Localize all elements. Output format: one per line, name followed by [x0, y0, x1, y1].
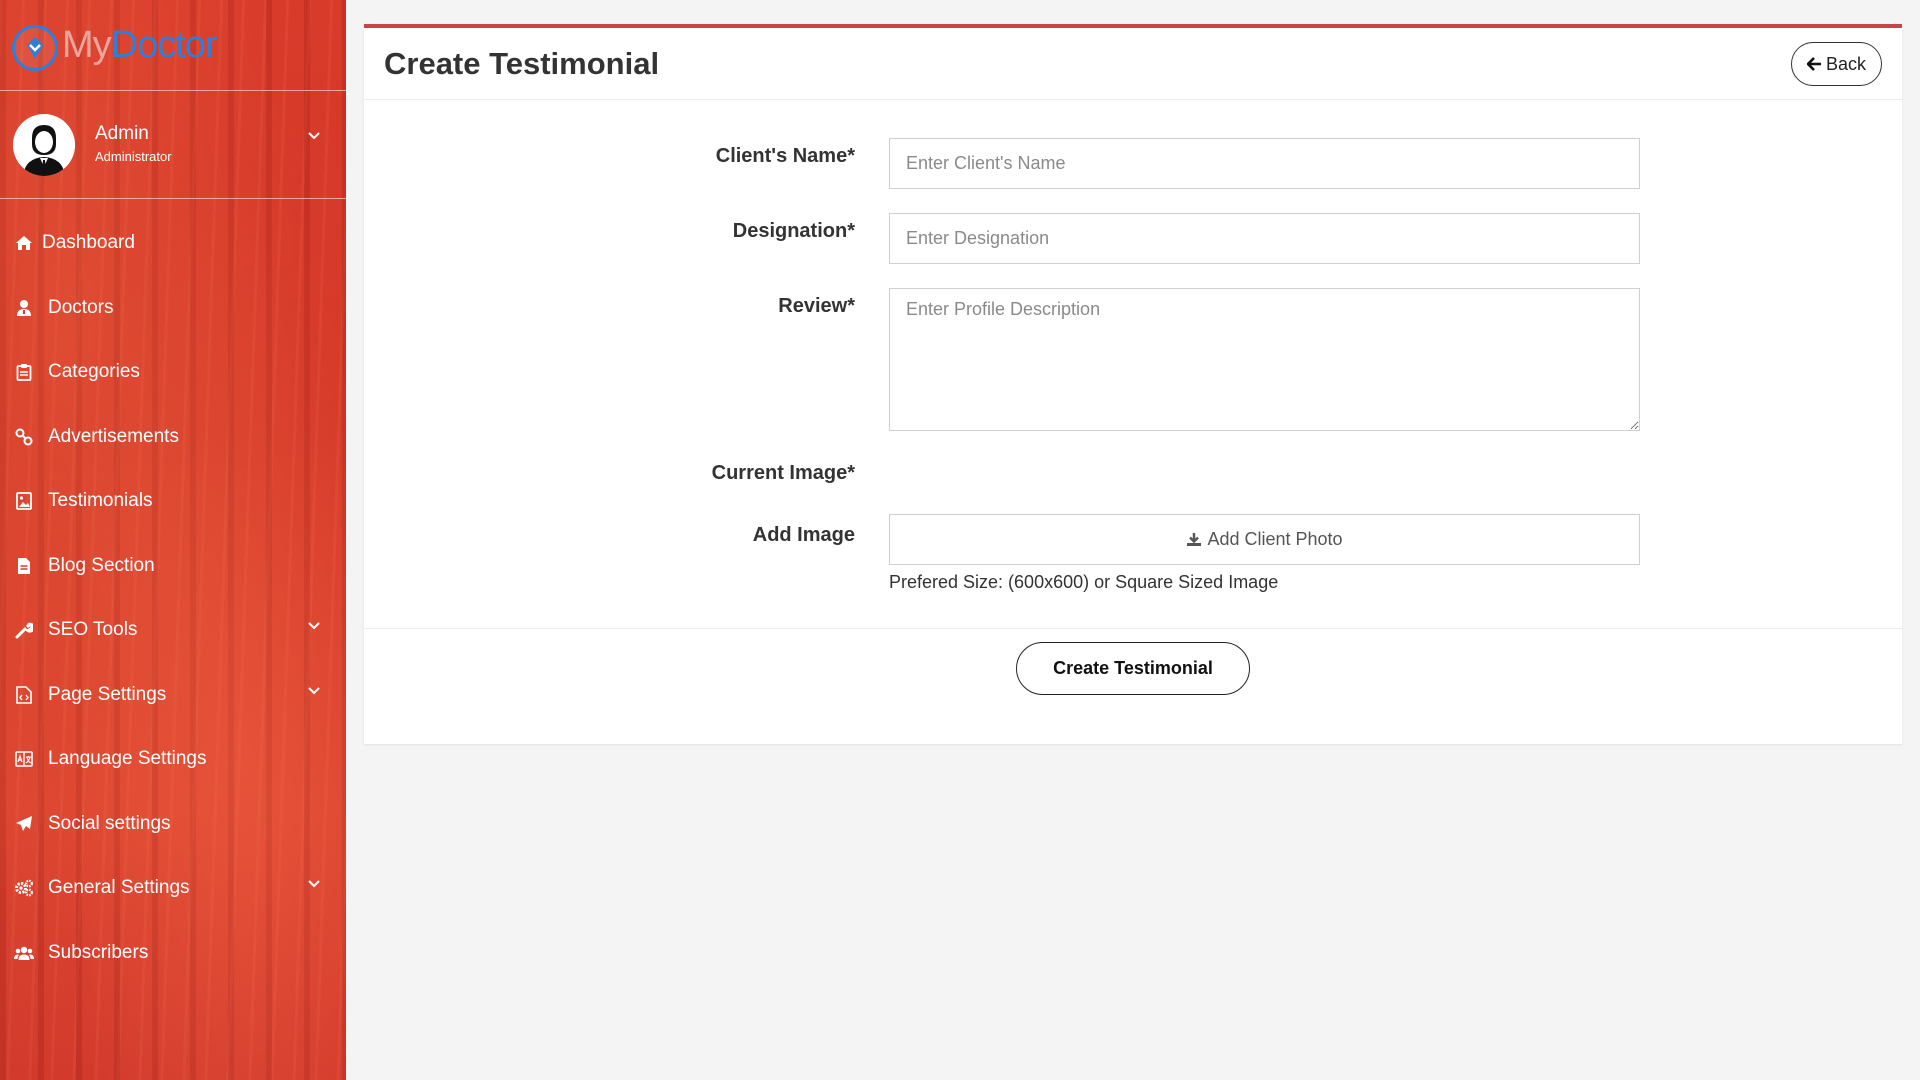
file-code-icon: [14, 685, 34, 705]
sidebar-item-social-settings[interactable]: Social settings: [0, 792, 346, 857]
sidebar-item-label: Social settings: [48, 812, 171, 834]
review-textarea[interactable]: [889, 288, 1640, 431]
sidebar-item-advertisements[interactable]: Advertisements: [0, 405, 346, 470]
sidebar-item-label: Subscribers: [48, 941, 149, 963]
add-client-photo-button[interactable]: Add Client Photo: [889, 514, 1640, 565]
user-role: Administrator: [95, 149, 172, 164]
logo-suffix: Doctor: [110, 24, 218, 66]
sidebar-item-subscribers[interactable]: Subscribers: [0, 921, 346, 986]
file-icon: [14, 556, 34, 576]
sidebar-item-general-settings[interactable]: General Settings: [0, 856, 346, 921]
arrow-left-icon: [1806, 57, 1821, 71]
sidebar-item-label: Blog Section: [48, 554, 155, 576]
sidebar-item-page-settings[interactable]: Page Settings: [0, 663, 346, 728]
download-icon: [1187, 533, 1202, 546]
wrench-icon: [14, 620, 34, 640]
sidebar-item-label: Advertisements: [48, 425, 179, 447]
sidebar-item-seo-tools[interactable]: SEO Tools: [0, 598, 346, 663]
sidebar-item-categories[interactable]: Categories: [0, 340, 346, 405]
clipboard-icon: [14, 362, 34, 382]
users-icon: [14, 943, 34, 963]
link-icon: [14, 427, 34, 447]
sidebar-item-label: Testimonials: [48, 490, 153, 512]
designation-input[interactable]: [889, 213, 1640, 264]
sidebar-item-label: Dashboard: [42, 232, 135, 254]
logo-icon[interactable]: [12, 25, 58, 71]
sidebar-item-label: Page Settings: [48, 683, 167, 705]
chevron-down-icon: [308, 686, 320, 694]
user-panel[interactable]: Admin Administrator: [0, 91, 346, 199]
sidebar-item-label: Categories: [48, 361, 140, 383]
logo-area: MyDoctor: [0, 0, 346, 91]
sidebar-nav: Dashboard Doctors Categories Advertiseme…: [0, 199, 346, 985]
sidebar-item-testimonials[interactable]: Testimonials: [0, 469, 346, 534]
review-label: Review*: [778, 295, 855, 317]
sidebar: MyDoctor Admin Administrator Dashboard D…: [0, 0, 346, 1080]
back-button[interactable]: Back: [1791, 42, 1882, 86]
user-avatar-icon: [13, 114, 75, 176]
sidebar-item-dashboard[interactable]: Dashboard: [0, 211, 346, 276]
user-md-icon: [14, 298, 34, 318]
home-icon: [14, 233, 34, 253]
sidebar-item-label: Language Settings: [48, 748, 207, 770]
add-client-photo-label: Add Client Photo: [1207, 529, 1343, 549]
avatar: [13, 114, 75, 176]
add-image-label: Add Image: [752, 524, 855, 546]
sidebar-item-label: SEO Tools: [48, 619, 138, 641]
current-image-label: Current Image*: [711, 462, 855, 484]
logo-prefix: My: [62, 24, 112, 66]
card-header: Create Testimonial Back: [364, 28, 1902, 100]
chevron-down-icon: [308, 880, 320, 888]
image-size-hint: Prefered Size: (600x600) or Square Sized…: [889, 572, 1279, 592]
page-title: Create Testimonial: [384, 46, 660, 81]
sidebar-item-language-settings[interactable]: Language Settings: [0, 727, 346, 792]
card-footer: Create Testimonial: [364, 628, 1902, 744]
image-icon: [14, 491, 34, 511]
sidebar-item-doctors[interactable]: Doctors: [0, 276, 346, 341]
client-name-input[interactable]: [889, 138, 1640, 189]
chevron-down-icon: [308, 622, 320, 630]
user-name: Admin: [95, 123, 149, 144]
client-name-label: Client's Name*: [715, 145, 855, 167]
sidebar-item-label: Doctors: [48, 296, 114, 318]
paper-plane-icon: [14, 814, 34, 834]
language-icon: [14, 749, 34, 769]
designation-label: Designation*: [732, 220, 855, 242]
chevron-down-icon: [308, 132, 320, 140]
cogs-icon: [14, 878, 34, 898]
back-button-label: Back: [1825, 53, 1867, 74]
sidebar-item-label: General Settings: [48, 877, 190, 899]
logo-text[interactable]: MyDoctor: [62, 24, 218, 67]
sidebar-item-blog-section[interactable]: Blog Section: [0, 534, 346, 599]
create-testimonial-button[interactable]: Create Testimonial: [1016, 642, 1250, 695]
testimonial-form-card: Create Testimonial Back Client's Name* D…: [364, 24, 1902, 744]
